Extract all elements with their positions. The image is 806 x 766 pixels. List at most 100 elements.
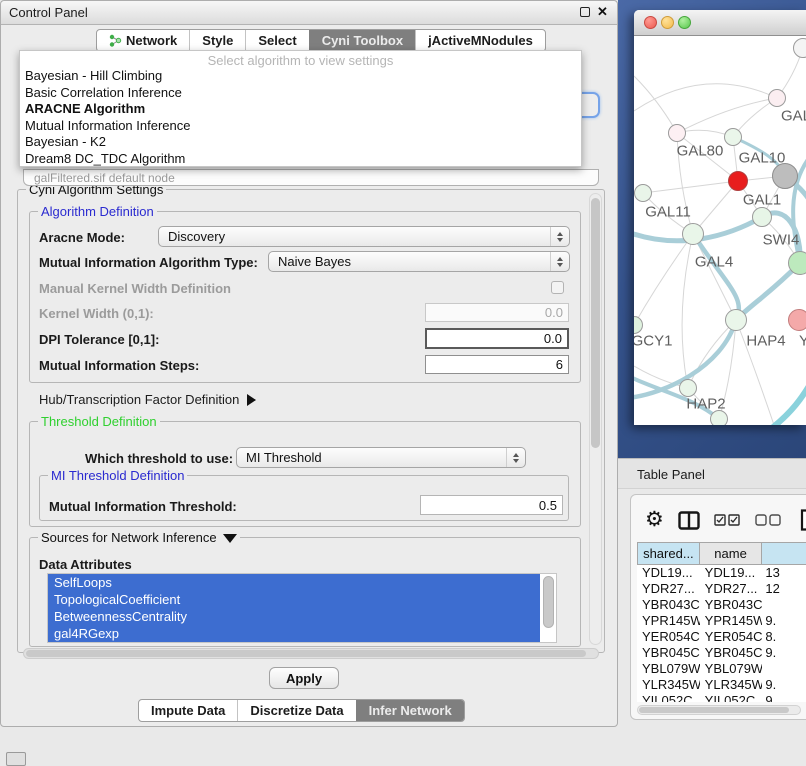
settings-vertical-scrollbar[interactable]	[589, 193, 602, 645]
column-layout-icon[interactable]	[678, 511, 700, 530]
node-gal[interactable]	[768, 89, 786, 107]
table-cell: 8.	[762, 629, 806, 645]
tab-label-select: Select	[258, 33, 296, 48]
kernel-width-label: Kernel Width (0,1):	[39, 306, 154, 321]
settings-horizontal-scrollbar[interactable]	[23, 648, 599, 659]
table-row[interactable]: YDR27...YDR27...12	[637, 581, 806, 597]
table-cell: 13	[762, 565, 806, 581]
node[interactable]	[710, 410, 728, 425]
attribute-item-topologicalcoefficient[interactable]: TopologicalCoefficient	[48, 591, 540, 608]
bottom-tab-label-impute-data: Impute Data	[151, 703, 225, 718]
gear-icon[interactable]: ⚙	[645, 510, 664, 530]
node[interactable]	[772, 163, 798, 189]
network-canvas[interactable]: GALGAL80GAL10GAL1GAL11SWI4GAL4GCY1HAP4YH…	[634, 36, 806, 425]
close-icon[interactable]: ✕	[597, 4, 608, 20]
mi-steps-field[interactable]: 6	[425, 355, 569, 374]
attribute-item-selfloops[interactable]: SelfLoops	[48, 574, 540, 591]
algorithm-option-aracne-algorithm[interactable]: ARACNE Algorithm	[20, 101, 581, 118]
column-header-name[interactable]: name	[700, 542, 763, 565]
node-gal10[interactable]	[724, 128, 742, 146]
network-window-titlebar[interactable]	[634, 10, 806, 36]
table-cell: YPR145W	[637, 613, 700, 629]
tab-jactivemnodules[interactable]: jActiveMNodules	[415, 30, 545, 51]
bottom-tab-infer-network[interactable]: Infer Network	[356, 700, 464, 721]
which-threshold-label: Which threshold to use:	[85, 451, 233, 466]
table-cell: YIL052C	[637, 693, 700, 702]
tab-label-cyni-toolbox: Cyni Toolbox	[322, 33, 403, 48]
node-y[interactable]	[788, 309, 806, 331]
algorithm-option-bayesian-hill-climbing[interactable]: Bayesian - Hill Climbing	[20, 68, 581, 85]
deselect-all-icon[interactable]	[755, 514, 782, 526]
manual-kernel-checkbox[interactable]	[551, 281, 564, 294]
algorithm-option-bayesian-k2[interactable]: Bayesian - K2	[20, 134, 581, 151]
table-horizontal-scrollbar[interactable]	[637, 705, 801, 715]
node-gal11[interactable]	[634, 184, 652, 202]
node-label-y: Y	[799, 333, 806, 350]
table-row[interactable]: YBL079WYBL079W	[637, 661, 806, 677]
close-traffic-light-icon[interactable]	[644, 16, 657, 29]
kernel-width-field[interactable]: 0.0	[425, 303, 569, 322]
sources-legend[interactable]: Sources for Network Inference	[38, 530, 240, 545]
table-row[interactable]: YER054CYER054C8.	[637, 629, 806, 645]
table-cell: YDR27...	[637, 581, 700, 597]
table-cell: YDL19...	[700, 565, 763, 581]
dpi-tolerance-field[interactable]: 0.0	[425, 328, 569, 349]
node-hap2[interactable]	[679, 379, 697, 397]
collapsed-panel-icon[interactable]	[6, 752, 26, 766]
table-toolbar: ⚙	[645, 503, 806, 537]
file-icon[interactable]	[800, 509, 806, 531]
bottom-tab-discretize-data[interactable]: Discretize Data	[237, 700, 355, 721]
minimize-traffic-light-icon[interactable]	[661, 16, 674, 29]
table-row[interactable]: YBR045CYBR045C9.	[637, 645, 806, 661]
node-gal80[interactable]	[668, 124, 686, 142]
mi-steps-label: Mutual Information Steps:	[39, 358, 199, 373]
hub-definition-disclosure[interactable]: Hub/Transcription Factor Definition	[39, 392, 256, 407]
node[interactable]	[793, 38, 806, 58]
node-swi4[interactable]	[788, 251, 806, 275]
tab-network[interactable]: Network	[97, 30, 189, 51]
table-panel-titlebar: Table Panel	[618, 458, 806, 489]
mi-threshold-field[interactable]: 0.5	[420, 495, 563, 515]
algorithm-options: Bayesian - Hill ClimbingBasic Correlatio…	[20, 68, 581, 167]
aracne-mode-label: Aracne Mode:	[39, 230, 125, 245]
algorithm-option-mutual-information-inference[interactable]: Mutual Information Inference	[20, 118, 581, 135]
table-row[interactable]: YIL052CYIL052C9	[637, 693, 806, 702]
algorithm-option-dream8-dc-tdc-algorithm[interactable]: Dream8 DC_TDC Algorithm	[20, 151, 581, 168]
table-header-row: shared...name	[637, 542, 806, 565]
bottom-tab-impute-data[interactable]: Impute Data	[139, 700, 237, 721]
cyni-bottom-tabbar: Impute Data Discretize DataInfer Network	[138, 699, 465, 722]
control-panel-tabbar: NetworkStyle Select Cyni Toolbox jActiveMNo…	[96, 29, 546, 52]
tab-select[interactable]: Select	[245, 30, 308, 51]
tab-cyni-toolbox[interactable]: Cyni Toolbox	[309, 30, 415, 51]
mi-type-combo[interactable]: Naive Bayes	[268, 251, 570, 272]
node-hap4[interactable]	[725, 309, 747, 331]
aracne-mode-combo[interactable]: Discovery	[158, 226, 570, 247]
aracne-mode-value: Discovery	[168, 229, 225, 244]
table-row[interactable]: YPR145WYPR145W9.	[637, 613, 806, 629]
table-cell: YLR345W	[700, 677, 763, 693]
table-row[interactable]: YLR345WYLR345W9.	[637, 677, 806, 693]
float-window-icon[interactable]	[580, 7, 590, 17]
stepper-arrows-icon	[550, 227, 563, 246]
column-header-col3[interactable]	[762, 542, 806, 565]
node-gal1[interactable]	[728, 171, 748, 191]
table-cell	[762, 661, 806, 677]
node[interactable]	[752, 207, 772, 227]
attribute-item-betweennesscentrality[interactable]: BetweennessCentrality	[48, 608, 540, 625]
data-table-combo[interactable]: galFiltered.sif default node	[23, 169, 599, 186]
tab-style[interactable]: Style	[189, 30, 245, 51]
attributes-vertical-scrollbar[interactable]	[543, 576, 554, 628]
mi-threshold-legend: MI Threshold Definition	[48, 468, 187, 483]
node-gal4[interactable]	[682, 223, 704, 245]
apply-button[interactable]: Apply	[269, 667, 339, 689]
table-row[interactable]: YDL19...YDL19...13	[637, 565, 806, 581]
table-cell: YDR27...	[700, 581, 763, 597]
which-threshold-combo[interactable]: MI Threshold	[236, 447, 526, 468]
table-row[interactable]: YBR043CYBR043C	[637, 597, 806, 613]
zoom-traffic-light-icon[interactable]	[678, 16, 691, 29]
attribute-item-gal4rgexp[interactable]: gal4RGexp	[48, 625, 540, 642]
node-label-gal1: GAL1	[743, 192, 781, 209]
column-header-shared[interactable]: shared...	[637, 542, 700, 565]
select-all-icon[interactable]	[714, 514, 741, 526]
algorithm-option-basic-correlation-inference[interactable]: Basic Correlation Inference	[20, 85, 581, 102]
